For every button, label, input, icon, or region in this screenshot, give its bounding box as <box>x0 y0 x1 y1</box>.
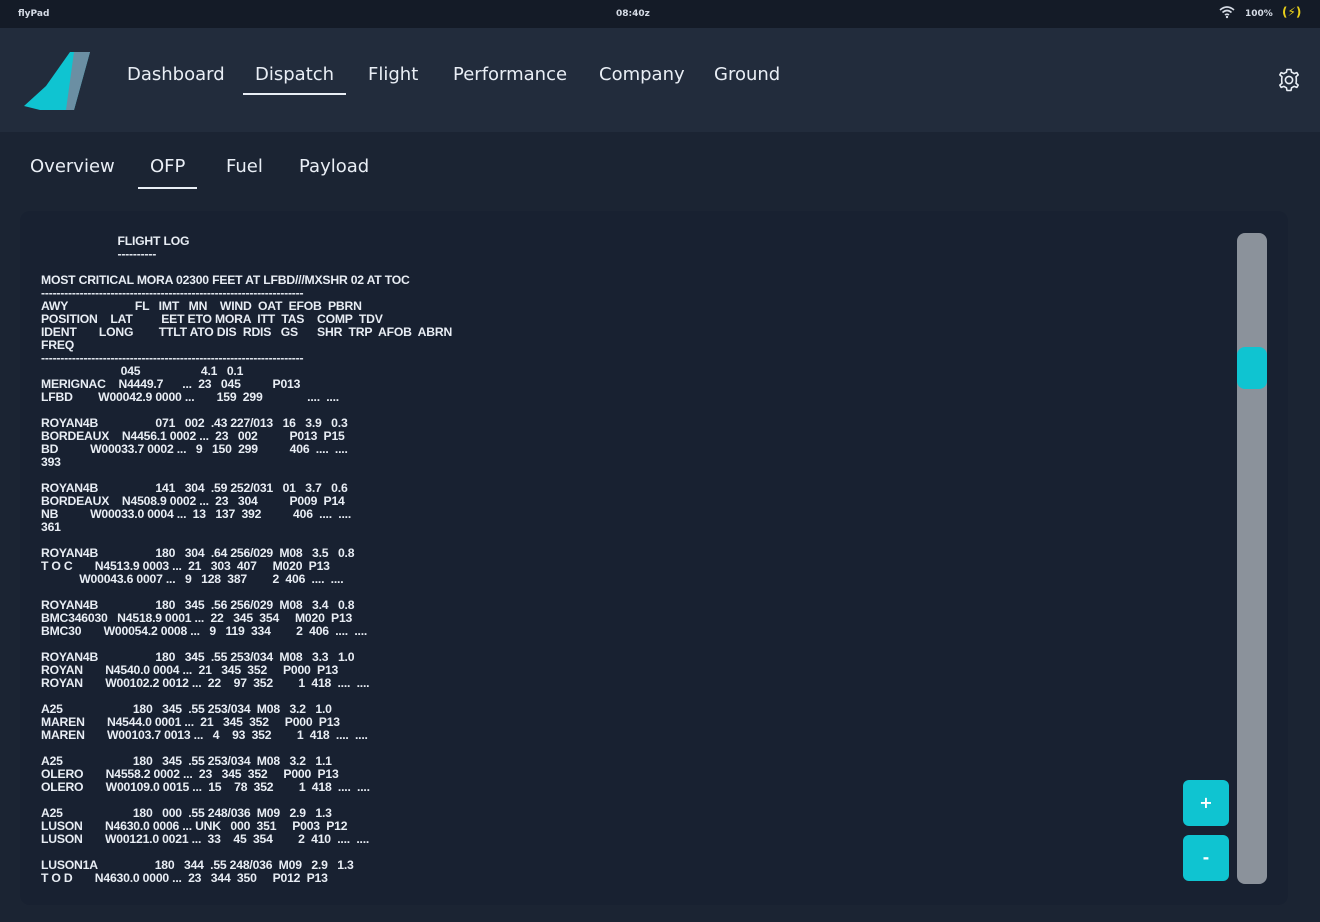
ofp-flight-log-text: FLIGHT LOG ---------- MOST CRITICAL MORA… <box>41 235 453 883</box>
zoom-in-button[interactable]: + <box>1183 780 1229 826</box>
zoom-out-button[interactable]: - <box>1183 835 1229 881</box>
nav-ground[interactable]: Ground <box>714 64 780 95</box>
nav-flight[interactable]: Flight <box>368 64 418 95</box>
tab-payload[interactable]: Payload <box>299 156 369 189</box>
nav-dispatch[interactable]: Dispatch <box>242 64 347 95</box>
clock: 08:40z <box>616 9 650 19</box>
gear-icon[interactable] <box>1277 68 1301 92</box>
nav-dashboard[interactable]: Dashboard <box>127 64 225 95</box>
scrollbar-thumb[interactable] <box>1237 347 1267 389</box>
tab-fuel[interactable]: Fuel <box>226 156 263 189</box>
tab-ofp[interactable]: OFP <box>137 156 198 189</box>
nav-performance[interactable]: Performance <box>453 64 567 95</box>
top-navbar: Dashboard Dispatch Flight Performance Co… <box>0 28 1320 132</box>
app-name: flyPad <box>18 9 50 19</box>
tab-overview[interactable]: Overview <box>30 156 115 189</box>
charging-icon: (⚡) <box>1282 5 1302 19</box>
tail-logo-icon[interactable] <box>24 52 90 110</box>
nav-company[interactable]: Company <box>599 64 685 95</box>
ofp-panel: FLIGHT LOG ---------- MOST CRITICAL MORA… <box>20 211 1288 905</box>
status-bar: flyPad 08:40z 100% (⚡) <box>0 0 1320 28</box>
scrollbar-track[interactable] <box>1237 233 1267 884</box>
wifi-icon <box>1219 6 1235 19</box>
battery-level: 100% <box>1245 9 1273 19</box>
